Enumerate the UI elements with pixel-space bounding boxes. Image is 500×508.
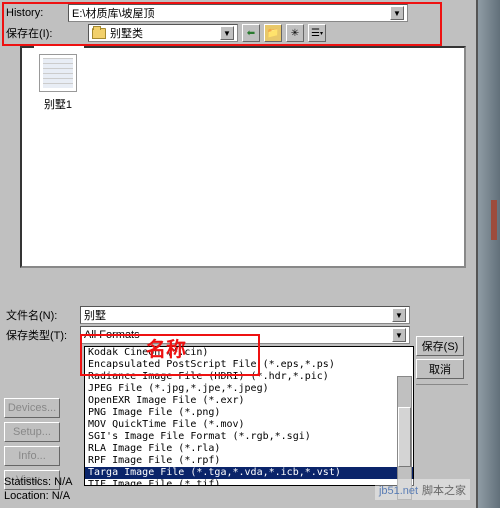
filetype-label: 保存类型(T): <box>6 327 76 343</box>
folder-icon <box>92 28 106 39</box>
dropdown-option[interactable]: Encapsulated PostScript File (*.eps,*.ps… <box>85 359 413 371</box>
dropdown-option[interactable]: SGI's Image File Format (*.rgb,*.sgi) <box>85 431 413 443</box>
chevron-down-icon[interactable]: ▼ <box>220 26 234 40</box>
dropdown-option[interactable]: Kodak Cineon (*.cin) <box>85 347 413 359</box>
chevron-down-icon[interactable]: ▼ <box>390 6 404 20</box>
dropdown-option[interactable]: MOV QuickTime File (*.mov) <box>85 419 413 431</box>
dropdown-option[interactable]: RLA Image File (*.rla) <box>85 443 413 455</box>
save-in-label: 保存在(I): <box>6 25 64 41</box>
history-value: E:\材质库\坡屋顶 <box>72 5 155 21</box>
statistics-text: Statistics: N/A <box>4 476 204 488</box>
dropdown-option[interactable]: JPEG File (*.jpg,*.jpe,*.jpeg) <box>85 383 413 395</box>
dropdown-option[interactable]: OpenEXR Image File (*.exr) <box>85 395 413 407</box>
filetype-dropdown-list[interactable]: Kodak Cineon (*.cin)Encapsulated PostScr… <box>84 346 414 486</box>
file-item[interactable]: 别墅1 <box>28 54 88 112</box>
up-folder-icon[interactable]: 📁 <box>264 24 282 42</box>
save-button[interactable]: 保存(S) <box>416 336 464 356</box>
filetype-value: All Formats <box>84 329 140 341</box>
filename-value: 别墅 <box>84 307 106 323</box>
status-area: Statistics: N/A Location: N/A <box>4 476 204 502</box>
setup-button[interactable]: Setup... <box>4 422 60 442</box>
dropdown-option[interactable]: PNG Image File (*.png) <box>85 407 413 419</box>
filetype-combo[interactable]: All Formats ▼ <box>80 326 410 344</box>
file-item-name: 别墅1 <box>28 96 88 112</box>
file-list-area[interactable]: 别墅1 <box>20 46 466 268</box>
filename-input[interactable]: 别墅 ▼ <box>80 306 410 324</box>
dropdown-option[interactable]: RPF Image File (*.rpf) <box>85 455 413 467</box>
filename-label: 文件名(N): <box>6 307 76 323</box>
file-thumbnail-icon <box>39 54 77 92</box>
save-in-value: 别墅类 <box>110 25 143 41</box>
save-in-combo[interactable]: 别墅类 ▼ <box>88 24 238 42</box>
info-button[interactable]: Info... <box>4 446 60 466</box>
watermark: jb51.net 脚本之家 <box>375 479 470 500</box>
annotation-name-text: 名称 <box>146 333 186 362</box>
chevron-down-icon[interactable]: ▼ <box>392 328 406 342</box>
right-button-column: 保存(S) 取消 <box>416 336 468 387</box>
location-text: Location: N/A <box>4 490 204 502</box>
new-folder-icon[interactable]: ✳ <box>286 24 304 42</box>
history-combo[interactable]: E:\材质库\坡屋顶 ▼ <box>68 4 408 22</box>
history-label: History: <box>6 7 64 19</box>
views-icon[interactable]: ☰▾ <box>308 24 326 42</box>
save-dialog: History: E:\材质库\坡屋顶 ▼ 保存在(I): 别墅类 ▼ ⬅ 📁 … <box>0 0 478 508</box>
back-icon[interactable]: ⬅ <box>242 24 260 42</box>
dropdown-option[interactable]: Radiance Image File (HDRI) (*.hdr,*.pic) <box>85 371 413 383</box>
devices-button[interactable]: Devices... <box>4 398 60 418</box>
cancel-button[interactable]: 取消 <box>416 359 464 379</box>
chevron-down-icon[interactable]: ▼ <box>392 308 406 322</box>
scrollbar-thumb[interactable] <box>398 407 411 467</box>
